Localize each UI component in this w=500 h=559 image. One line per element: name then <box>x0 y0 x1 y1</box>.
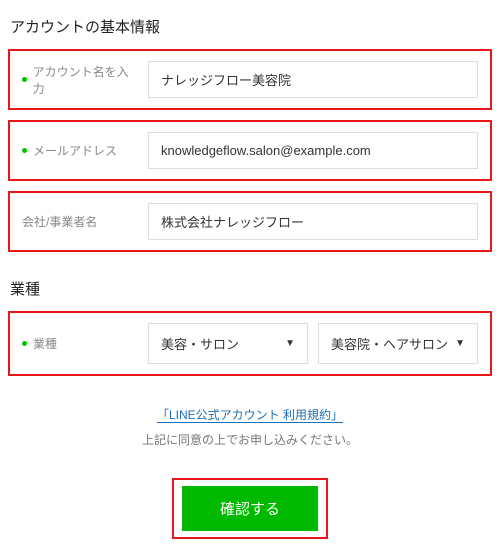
caret-down-icon: ▼ <box>455 338 465 349</box>
label-email: メールアドレス <box>22 142 132 159</box>
field-account-name: アカウント名を入力 <box>8 49 492 110</box>
field-company: 会社/事業者名 <box>8 191 492 252</box>
submit-frame: 確認する <box>172 478 328 539</box>
terms-link-row: 「LINE公式アカウント 利用規約」 <box>0 406 500 423</box>
label-industry: 業種 <box>22 335 132 352</box>
confirm-button[interactable]: 確認する <box>182 486 318 531</box>
label-account-name: アカウント名を入力 <box>22 63 132 97</box>
field-email: メールアドレス <box>8 120 492 181</box>
label-company: 会社/事業者名 <box>22 213 132 230</box>
select-industry-minor[interactable]: 美容院・ヘアサロン ▼ <box>318 323 478 364</box>
select-industry-major-value: 美容・サロン <box>161 334 239 353</box>
select-industry-minor-value: 美容院・ヘアサロン <box>331 334 448 353</box>
submit-wrap: 確認する <box>0 478 500 559</box>
terms-note: 上記に同意の上でお申し込みください。 <box>0 431 500 448</box>
industry-select-group: 美容・サロン ▼ 美容院・ヘアサロン ▼ <box>148 323 478 364</box>
section-title-industry: 業種 <box>0 262 500 311</box>
input-account-name[interactable] <box>148 61 478 98</box>
terms-link[interactable]: 「LINE公式アカウント 利用規約」 <box>157 408 343 423</box>
field-industry: 業種 美容・サロン ▼ 美容院・ヘアサロン ▼ <box>8 311 492 376</box>
caret-down-icon: ▼ <box>285 338 295 349</box>
input-company[interactable] <box>148 203 478 240</box>
input-email[interactable] <box>148 132 478 169</box>
select-industry-major[interactable]: 美容・サロン ▼ <box>148 323 308 364</box>
section-title-basic: アカウントの基本情報 <box>0 0 500 49</box>
